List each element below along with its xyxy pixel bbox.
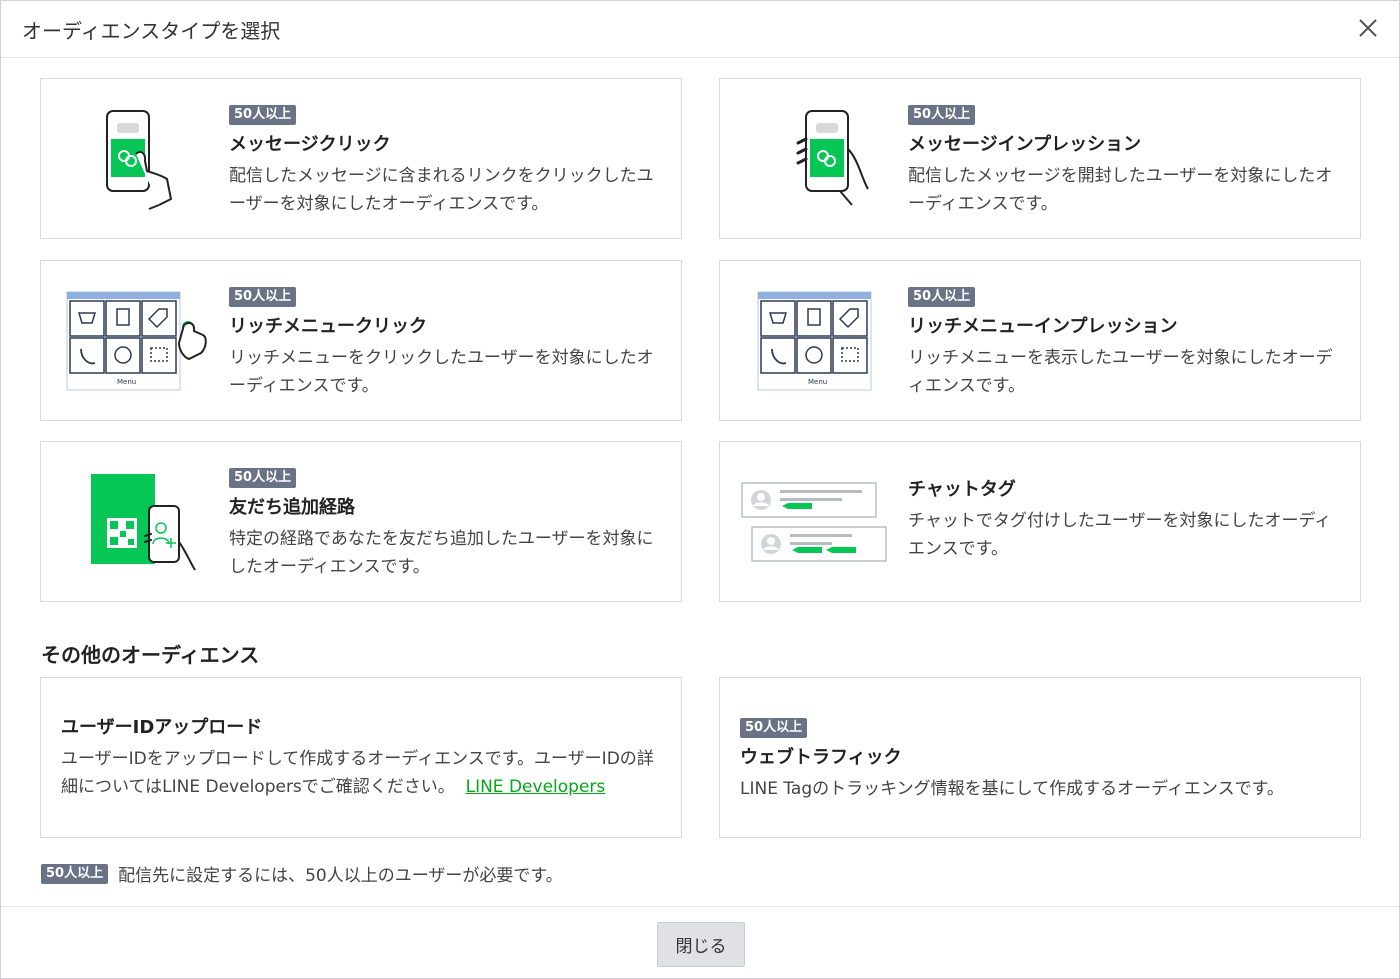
card-description: リッチメニューを表示したユーザーを対象にしたオーディエンスです。 bbox=[908, 348, 1333, 396]
card-text: 50人以上 友だち追加経路 特定の経路であなたを友だち追加したユーザーを対象にし… bbox=[229, 466, 661, 581]
phone-tap-link-icon bbox=[61, 79, 221, 238]
dialog-title: オーディエンスタイプを選択 bbox=[22, 19, 281, 43]
card-message-impression[interactable]: 50人以上 メッセージインプレッション 配信したメッセージを開封したユーザーを対… bbox=[719, 78, 1361, 239]
card-description: チャットでタグ付けしたユーザーを対象にしたオーディエンスです。 bbox=[908, 511, 1332, 559]
richmenu-label: Menu bbox=[117, 378, 136, 386]
card-title: リッチメニューインプレッション bbox=[908, 316, 1178, 337]
section-title-other-audiences: その他のオーディエンス bbox=[41, 643, 260, 667]
card-title: メッセージクリック bbox=[229, 134, 391, 155]
close-button[interactable]: 閉じる bbox=[657, 922, 745, 967]
card-description: リッチメニューをクリックしたユーザーを対象にしたオーディエンスです。 bbox=[229, 348, 654, 396]
audience-size-badge: 50人以上 bbox=[908, 105, 976, 125]
card-title: ユーザーIDアップロード bbox=[61, 717, 263, 738]
dialog-footer: 閉じる bbox=[1, 906, 1399, 978]
card-description: LINE Tagのトラッキング情報を基にして作成するオーディエンスです。 bbox=[740, 779, 1284, 799]
card-richmenu-click[interactable]: Menu 50人以上 リッチメニュークリック リッチメニューをクリックしたユーザ… bbox=[40, 260, 682, 421]
card-title: リッチメニュークリック bbox=[229, 316, 427, 337]
card-description: ユーザーIDをアップロードして作成するオーディエンスです。ユーザーIDの詳細につ… bbox=[61, 745, 661, 801]
card-friend-add-path[interactable]: 50人以上 友だち追加経路 特定の経路であなたを友だち追加したユーザーを対象にし… bbox=[40, 441, 682, 602]
card-text: 50人以上 ウェブトラフィック LINE Tagのトラッキング情報を基にして作成… bbox=[740, 716, 1340, 803]
richmenu-tap-icon: Menu bbox=[61, 261, 221, 420]
card-text: 50人以上 メッセージインプレッション 配信したメッセージを開封したユーザーを対… bbox=[908, 103, 1340, 218]
line-developers-link[interactable]: LINE Developers bbox=[466, 777, 606, 797]
chat-tag-icon bbox=[740, 442, 900, 601]
close-icon[interactable] bbox=[1355, 15, 1381, 41]
card-description: 配信したメッセージに含まれるリンクをクリックしたユーザーを対象にしたオーディエン… bbox=[229, 166, 654, 214]
card-message-click[interactable]: 50人以上 メッセージクリック 配信したメッセージに含まれるリンクをクリックした… bbox=[40, 78, 682, 239]
card-title: チャットタグ bbox=[908, 479, 1016, 500]
richmenu-icon: Menu bbox=[740, 261, 900, 420]
card-chat-tag[interactable]: チャットタグ チャットでタグ付けしたユーザーを対象にしたオーディエンスです。 bbox=[719, 441, 1361, 602]
footnote-text: 配信先に設定するには、50人以上のユーザーが必要です。 bbox=[118, 866, 563, 886]
card-user-id-upload[interactable]: ユーザーIDアップロード ユーザーIDをアップロードして作成するオーディエンスで… bbox=[40, 677, 682, 838]
card-text: チャットタグ チャットでタグ付けしたユーザーを対象にしたオーディエンスです。 bbox=[908, 478, 1340, 563]
phone-hold-link-icon bbox=[740, 79, 900, 238]
audience-size-badge: 50人以上 bbox=[229, 287, 297, 307]
audience-size-badge: 50人以上 bbox=[229, 468, 297, 488]
card-description: 配信したメッセージを開封したユーザーを対象にしたオーディエンスです。 bbox=[908, 166, 1333, 214]
qr-add-friend-icon bbox=[61, 442, 221, 601]
richmenu-label: Menu bbox=[808, 378, 827, 386]
card-title: ウェブトラフィック bbox=[740, 747, 902, 768]
audience-size-badge: 50人以上 bbox=[41, 863, 109, 884]
card-text: 50人以上 リッチメニュークリック リッチメニューをクリックしたユーザーを対象に… bbox=[229, 285, 661, 400]
card-text: 50人以上 リッチメニューインプレッション リッチメニューを表示したユーザーを対… bbox=[908, 285, 1340, 400]
dialog-header: オーディエンスタイプを選択 bbox=[1, 1, 1399, 58]
audience-size-badge: 50人以上 bbox=[908, 287, 976, 307]
card-title: 友だち追加経路 bbox=[229, 497, 355, 518]
audience-size-badge: 50人以上 bbox=[740, 718, 808, 738]
card-title: メッセージインプレッション bbox=[908, 134, 1142, 155]
audience-type-dialog: オーディエンスタイプを選択 50人以上 メッセージクリック 配信したメッセージに… bbox=[0, 0, 1400, 979]
audience-size-badge: 50人以上 bbox=[229, 105, 297, 125]
badge-footnote: 50人以上 配信先に設定するには、50人以上のユーザーが必要です。 bbox=[41, 861, 563, 886]
card-text: 50人以上 メッセージクリック 配信したメッセージに含まれるリンクをクリックした… bbox=[229, 103, 661, 218]
card-richmenu-impression[interactable]: Menu 50人以上 リッチメニューインプレッション リッチメニューを表示したユ… bbox=[719, 260, 1361, 421]
card-web-traffic[interactable]: 50人以上 ウェブトラフィック LINE Tagのトラッキング情報を基にして作成… bbox=[719, 677, 1361, 838]
card-text: ユーザーIDアップロード ユーザーIDをアップロードして作成するオーディエンスで… bbox=[61, 716, 661, 801]
card-description: 特定の経路であなたを友だち追加したユーザーを対象にしたオーディエンスです。 bbox=[229, 529, 654, 577]
